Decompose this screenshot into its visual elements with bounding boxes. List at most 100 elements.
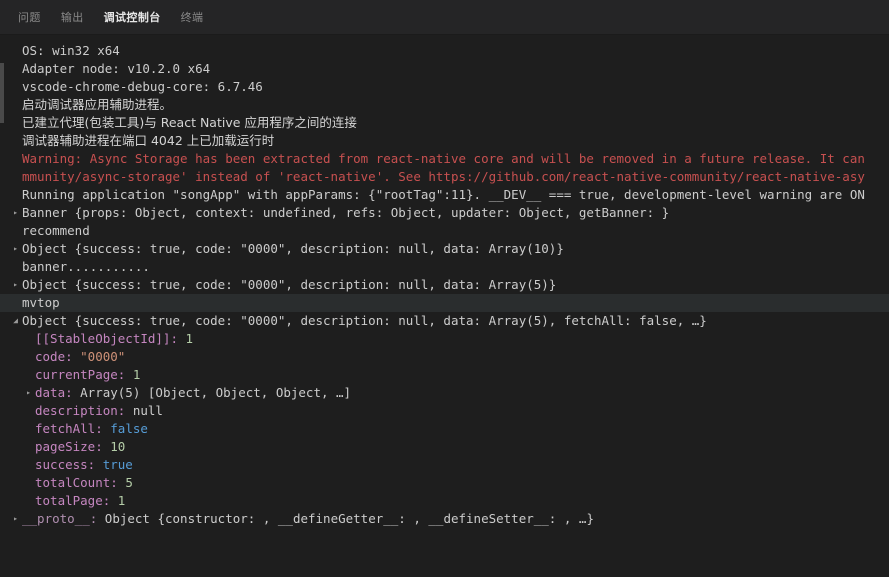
console-token: mvtop xyxy=(22,295,60,310)
console-line-text: totalCount: 5 xyxy=(35,474,133,492)
console-line[interactable]: banner........... xyxy=(0,258,889,276)
chevron-right-icon[interactable]: ▸ xyxy=(9,204,22,222)
console-line[interactable]: ◢Object {success: true, code: "0000", de… xyxy=(0,312,889,330)
panel-tab-3[interactable]: 终端 xyxy=(171,0,214,35)
console-line[interactable]: Running application "songApp" with appPa… xyxy=(0,186,889,204)
console-token: 启动调试器应用辅助进程。 xyxy=(22,97,172,112)
panel-tab-bar: 问题输出调试控制台终端 xyxy=(0,0,889,35)
console-token: 1 xyxy=(118,493,126,508)
console-line-text: 已建立代理(包装工具)与 React Native 应用程序之间的连接 xyxy=(22,114,357,132)
console-token: fetchAll: xyxy=(35,421,110,436)
console-line[interactable]: totalPage: 1 xyxy=(0,492,889,510)
console-line-text: Object {success: true, code: "0000", des… xyxy=(22,276,556,294)
console-line[interactable]: [[StableObjectId]]: 1 xyxy=(0,330,889,348)
console-line-text: Warning: Async Storage has been extracte… xyxy=(22,150,865,168)
console-line-text: banner........... xyxy=(22,258,150,276)
console-line[interactable]: recommend xyxy=(0,222,889,240)
console-line[interactable]: ▸Banner {props: Object, context: undefin… xyxy=(0,204,889,222)
console-token: Object {success: true, code: "0000", des… xyxy=(22,277,556,292)
console-token: OS: win32 x64 xyxy=(22,43,120,58)
console-token: Warning: Async Storage has been extracte… xyxy=(22,151,865,166)
console-line[interactable]: ▸Object {success: true, code: "0000", de… xyxy=(0,276,889,294)
console-line-text: __proto__: Object {constructor: , __defi… xyxy=(22,510,594,528)
console-token: success: xyxy=(35,457,103,472)
console-line-text: Banner {props: Object, context: undefine… xyxy=(22,204,669,222)
console-line[interactable]: mmunity/async-storage' instead of 'react… xyxy=(0,168,889,186)
console-token: recommend xyxy=(22,223,90,238)
debug-console-panel: OS: win32 x64 Adapter node: v10.2.0 x64 vs… xyxy=(0,35,889,577)
console-token: 1 xyxy=(186,331,194,346)
console-line-text: 启动调试器应用辅助进程。 xyxy=(22,96,172,114)
vertical-scrollbar-thumb[interactable] xyxy=(0,63,4,123)
console-line[interactable]: 启动调试器应用辅助进程。 xyxy=(0,96,889,114)
console-token: description: xyxy=(35,403,133,418)
console-line[interactable]: 已建立代理(包装工具)与 React Native 应用程序之间的连接 xyxy=(0,114,889,132)
console-line-text: Object {success: true, code: "0000", des… xyxy=(22,312,707,330)
console-line-text: [[StableObjectId]]: 1 xyxy=(35,330,193,348)
console-token: currentPage: xyxy=(35,367,133,382)
console-token: "0000" xyxy=(80,349,125,364)
chevron-down-icon[interactable]: ◢ xyxy=(9,312,22,330)
console-line[interactable]: pageSize: 10 xyxy=(0,438,889,456)
console-line-text: vscode-chrome-debug-core: 6.7.46 xyxy=(22,78,263,96)
console-token: mmunity/async-storage' instead of 'react… xyxy=(22,169,865,184)
console-line[interactable]: description: null xyxy=(0,402,889,420)
panel-tab-2[interactable]: 调试控制台 xyxy=(94,0,171,35)
console-token: 1 xyxy=(133,367,141,382)
console-line-text: description: null xyxy=(35,402,163,420)
panel-tab-0[interactable]: 问题 xyxy=(8,0,51,35)
console-line-text: 调试器辅助进程在端口 4042 上已加载运行时 xyxy=(22,132,274,150)
chevron-right-icon[interactable]: ▸ xyxy=(9,240,22,258)
vertical-scrollbar-track[interactable] xyxy=(0,35,4,577)
console-line[interactable]: success: true xyxy=(0,456,889,474)
console-line[interactable]: ▸Object {success: true, code: "0000", de… xyxy=(0,240,889,258)
console-line-text: totalPage: 1 xyxy=(35,492,125,510)
console-token: Array(5) [Object, Object, Object, …] xyxy=(80,385,351,400)
panel-tab-1[interactable]: 输出 xyxy=(51,0,94,35)
chevron-right-icon[interactable]: ▸ xyxy=(9,276,22,294)
console-token: code: xyxy=(35,349,80,364)
console-line-text: pageSize: 10 xyxy=(35,438,125,456)
console-token: data: xyxy=(35,385,80,400)
console-token: 5 xyxy=(125,475,133,490)
console-line[interactable]: mvtop xyxy=(0,294,889,312)
console-line[interactable]: Warning: Async Storage has been extracte… xyxy=(0,150,889,168)
console-line-text: Running application "songApp" with appPa… xyxy=(22,186,865,204)
console-line-text: data: Array(5) [Object, Object, Object, … xyxy=(35,384,351,402)
console-line[interactable]: totalCount: 5 xyxy=(0,474,889,492)
console-token: totalCount: xyxy=(35,475,125,490)
console-token: Running application "songApp" with appPa… xyxy=(22,187,865,202)
console-line[interactable]: ▸data: Array(5) [Object, Object, Object,… xyxy=(0,384,889,402)
console-token: __proto__: xyxy=(22,511,105,526)
console-line[interactable]: Adapter node: v10.2.0 x64 xyxy=(0,60,889,78)
console-token: totalPage: xyxy=(35,493,118,508)
console-line[interactable]: OS: win32 x64 xyxy=(0,42,889,60)
console-token: [[StableObjectId]]: xyxy=(35,331,186,346)
console-line-text: currentPage: 1 xyxy=(35,366,140,384)
chevron-right-icon[interactable]: ▸ xyxy=(22,384,35,402)
console-token: banner........... xyxy=(22,259,150,274)
console-token: pageSize: xyxy=(35,439,110,454)
console-line-text: recommend xyxy=(22,222,90,240)
console-token: 调试器辅助进程在端口 4042 上已加载运行时 xyxy=(22,133,274,148)
console-token: Object {success: true, code: "0000", des… xyxy=(22,241,564,256)
console-line-text: mvtop xyxy=(22,294,60,312)
console-token: Adapter node: v10.2.0 x64 xyxy=(22,61,210,76)
console-token: 10 xyxy=(110,439,125,454)
console-line-text: fetchAll: false xyxy=(35,420,148,438)
console-line[interactable]: fetchAll: false xyxy=(0,420,889,438)
console-line-text: Adapter node: v10.2.0 x64 xyxy=(22,60,210,78)
console-token: true xyxy=(103,457,133,472)
console-line[interactable]: code: "0000" xyxy=(0,348,889,366)
console-line-text: mmunity/async-storage' instead of 'react… xyxy=(22,168,865,186)
console-line[interactable]: 调试器辅助进程在端口 4042 上已加载运行时 xyxy=(0,132,889,150)
console-output-area[interactable]: OS: win32 x64 Adapter node: v10.2.0 x64 vs… xyxy=(0,35,889,577)
console-token: Object {success: true, code: "0000", des… xyxy=(22,313,707,328)
console-line[interactable]: ▸__proto__: Object {constructor: , __def… xyxy=(0,510,889,528)
console-line-text: OS: win32 x64 xyxy=(22,42,120,60)
chevron-right-icon[interactable]: ▸ xyxy=(9,510,22,528)
console-line[interactable]: vscode-chrome-debug-core: 6.7.46 xyxy=(0,78,889,96)
console-token: false xyxy=(110,421,148,436)
console-token: 已建立代理(包装工具)与 React Native 应用程序之间的连接 xyxy=(22,115,357,130)
console-line[interactable]: currentPage: 1 xyxy=(0,366,889,384)
